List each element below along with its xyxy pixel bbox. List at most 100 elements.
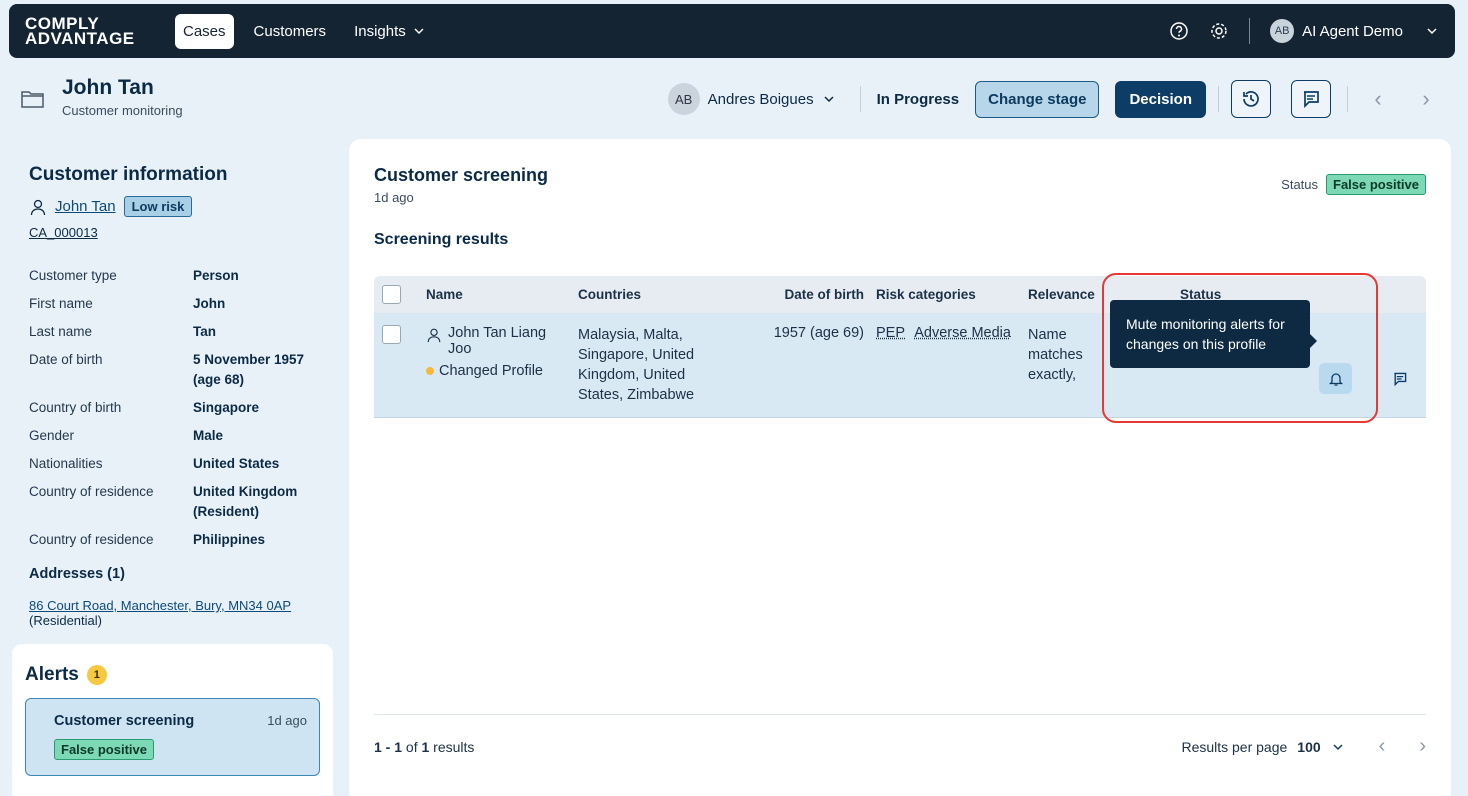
- field-value: Person: [193, 266, 323, 286]
- field-value: John: [193, 294, 323, 314]
- results-of: of: [406, 739, 418, 755]
- change-dot-icon: [426, 367, 434, 375]
- field-row: Country of residence United Kingdom (Resi…: [29, 482, 329, 522]
- user-name: AI Agent Demo: [1302, 23, 1403, 40]
- alerts-count-badge: 1: [87, 665, 107, 685]
- nav-insights-label: Insights: [354, 23, 406, 40]
- customer-name-link[interactable]: John Tan: [55, 198, 116, 215]
- history-button[interactable]: [1231, 80, 1271, 118]
- assignee-name: Andres Boigues: [708, 91, 814, 108]
- alerts-title: Alerts: [25, 664, 79, 686]
- screening-results-table: Name Countries Date of birth Risk catego…: [374, 276, 1426, 418]
- col-name[interactable]: Name: [426, 287, 578, 302]
- field-value: Tan: [193, 322, 323, 342]
- field-row: Customer type Person: [29, 266, 329, 286]
- field-row: Nationalities United States: [29, 454, 329, 474]
- person-icon: [426, 326, 442, 344]
- field-value: United States: [193, 454, 323, 474]
- col-countries[interactable]: Countries: [578, 287, 728, 302]
- field-row: First name John: [29, 294, 329, 314]
- comments-button[interactable]: [1291, 80, 1331, 118]
- chevron-down-icon[interactable]: [1331, 740, 1345, 754]
- screening-title: Customer screening: [374, 165, 1426, 186]
- field-row: Date of birth 5 November 1957 (age 68): [29, 350, 329, 390]
- nav-cases[interactable]: Cases: [175, 14, 234, 49]
- comment-icon: [1301, 89, 1321, 109]
- field-value: Male: [193, 426, 323, 446]
- status-label: Status: [1281, 177, 1318, 192]
- match-countries: Malaysia, Malta, Singapore, United Kingd…: [578, 325, 728, 405]
- customer-id: CA_000013: [29, 225, 329, 240]
- history-icon: [1241, 89, 1261, 109]
- company-logo[interactable]: COMPLY ADVANTAGE: [25, 16, 175, 46]
- field-value: Philippines: [193, 530, 323, 550]
- case-header: John Tan Customer monitoring: [20, 76, 183, 118]
- status-badge: False positive: [54, 739, 154, 760]
- field-key: Date of birth: [29, 350, 193, 390]
- field-key: Last name: [29, 322, 193, 342]
- folder-icon: [20, 88, 46, 110]
- assignee-dropdown[interactable]: AB Andres Boigues: [668, 83, 836, 115]
- table-footer: 1 - 1 of 1 results Results per page 100 …: [374, 714, 1426, 758]
- customer-fields: Customer type Person First name John Last …: [29, 266, 329, 550]
- risk-pep[interactable]: PEP: [876, 325, 905, 341]
- alert-card[interactable]: Customer screening 1d ago False positive: [25, 698, 320, 776]
- field-value: Singapore: [193, 398, 323, 418]
- field-row: Gender Male: [29, 426, 329, 446]
- mute-alerts-button[interactable]: [1319, 363, 1352, 394]
- mute-alerts-tooltip: Mute monitoring alerts for changes on th…: [1110, 300, 1310, 368]
- help-icon[interactable]: [1169, 21, 1189, 41]
- risk-adverse-media[interactable]: Adverse Media: [914, 325, 1011, 341]
- customer-information: Customer information John Tan Low risk C…: [29, 164, 329, 628]
- field-key: Country of birth: [29, 398, 193, 418]
- address-type: (Residential): [29, 613, 329, 628]
- nav-insights[interactable]: Insights: [346, 14, 434, 49]
- select-all-checkbox[interactable]: [382, 285, 401, 304]
- comment-icon[interactable]: [1392, 371, 1408, 387]
- previous-case-button[interactable]: ‹: [1360, 86, 1396, 112]
- col-risk[interactable]: Risk categories: [876, 287, 1028, 302]
- logo-line2: ADVANTAGE: [25, 31, 175, 46]
- avatar: AB: [1270, 19, 1294, 43]
- match-name[interactable]: John Tan Liang Joo: [448, 325, 558, 357]
- chevron-down-icon: [412, 24, 426, 38]
- top-navbar: COMPLY ADVANTAGE Cases Customers Insight…: [9, 4, 1455, 58]
- next-page-button[interactable]: ›: [1419, 735, 1426, 758]
- field-key: Nationalities: [29, 454, 193, 474]
- match-relevance: Name matches exactly, Matched birth year…: [1028, 325, 1108, 385]
- page-title: John Tan: [62, 76, 183, 100]
- per-page-select[interactable]: 100: [1297, 739, 1320, 755]
- field-key: Country of residence: [29, 482, 193, 522]
- chevron-down-icon: [822, 92, 836, 106]
- results-range: 1 - 1: [374, 739, 402, 755]
- change-label: Changed Profile: [439, 363, 543, 379]
- divider: [1249, 18, 1250, 44]
- change-stage-button[interactable]: Change stage: [975, 81, 1099, 118]
- field-key: Customer type: [29, 266, 193, 286]
- gear-icon[interactable]: [1209, 21, 1229, 41]
- per-page-label: Results per page: [1181, 739, 1287, 755]
- decision-button[interactable]: Decision: [1115, 81, 1206, 118]
- alert-time: 1d ago: [267, 713, 307, 729]
- col-dob[interactable]: Date of birth: [728, 287, 876, 302]
- match-dob: 1957 (age 69): [728, 325, 876, 341]
- alert-name: Customer screening: [54, 713, 194, 729]
- user-menu[interactable]: AB AI Agent Demo: [1270, 19, 1439, 43]
- stage-label: In Progress: [873, 91, 964, 108]
- nav-customers[interactable]: Customers: [246, 14, 335, 49]
- screening-time: 1d ago: [374, 190, 1426, 205]
- field-value: United Kingdom (Resident): [193, 482, 323, 522]
- row-checkbox[interactable]: [382, 325, 401, 344]
- screening-panel: Customer screening 1d ago Status False p…: [349, 139, 1451, 796]
- alerts-panel: Alerts 1 Customer screening 1d ago False…: [12, 644, 333, 796]
- bell-icon: [1328, 371, 1344, 387]
- status-badge: False positive: [1326, 174, 1426, 195]
- results-total: 1: [421, 739, 429, 755]
- customer-info-title: Customer information: [29, 164, 329, 186]
- field-row: Last name Tan: [29, 322, 329, 342]
- field-key: Gender: [29, 426, 193, 446]
- address-link[interactable]: 86 Court Road, Manchester, Bury, MN34 0A…: [29, 598, 329, 613]
- next-case-button[interactable]: ›: [1408, 86, 1444, 112]
- previous-page-button[interactable]: ‹: [1379, 735, 1386, 758]
- field-key: Country of residence: [29, 530, 193, 550]
